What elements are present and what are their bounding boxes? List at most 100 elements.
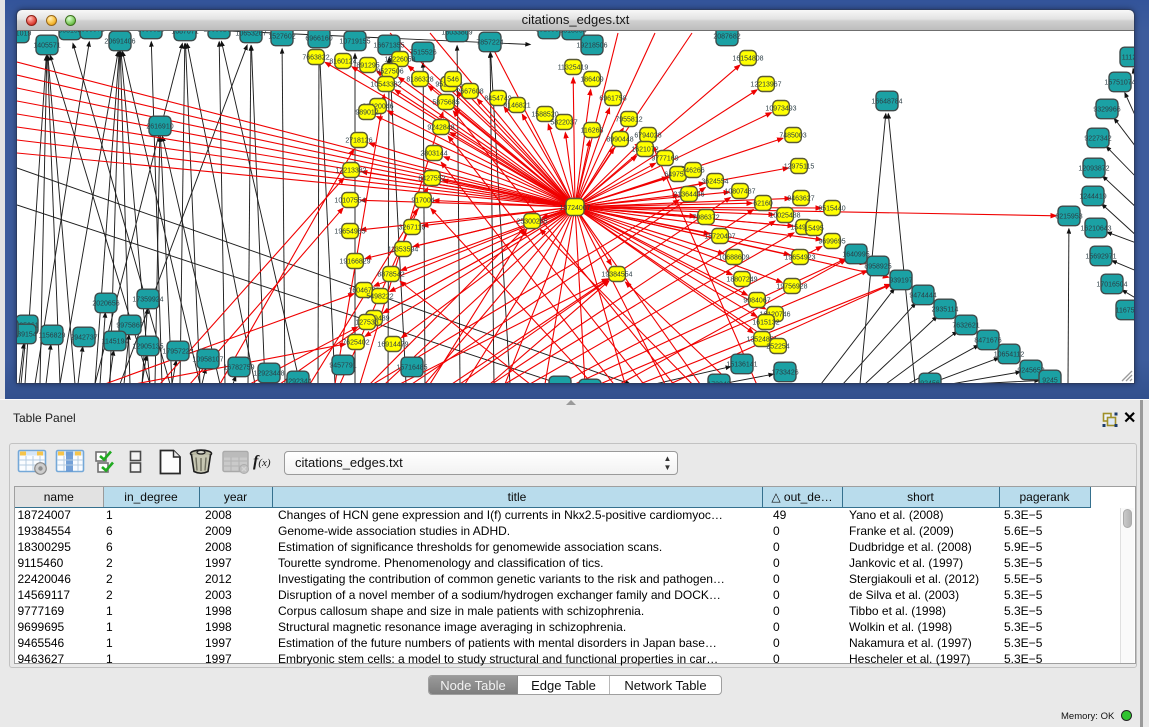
svg-text:17957223: 17957223 — [162, 349, 193, 356]
svg-text:10807487: 10807487 — [724, 189, 755, 196]
svg-text:2087682: 2087682 — [713, 34, 740, 41]
svg-text:9777169: 9777169 — [651, 156, 678, 163]
svg-text:7857224: 7857224 — [476, 40, 503, 47]
svg-text:62160: 62160 — [753, 201, 773, 208]
svg-text:25300285: 25300285 — [516, 219, 547, 226]
svg-text:19654923: 19654923 — [784, 255, 815, 262]
svg-text:939154: 939154 — [17, 332, 37, 339]
svg-text:8427552: 8427552 — [418, 176, 445, 183]
svg-text:16033809: 16033809 — [441, 31, 472, 37]
svg-text:9527506: 9527506 — [376, 69, 403, 76]
svg-text:11353594: 11353594 — [388, 247, 419, 254]
svg-text:16671355: 16671355 — [373, 43, 404, 50]
svg-text:3624554: 3624554 — [701, 179, 728, 186]
svg-text:2667608: 2667608 — [456, 89, 483, 96]
svg-text:1687071: 1687071 — [171, 31, 198, 36]
svg-text:939197: 939197 — [889, 278, 912, 285]
svg-text:8454749: 8454749 — [484, 96, 511, 103]
svg-text:12213967: 12213967 — [750, 82, 781, 89]
svg-text:9474444: 9474444 — [909, 293, 936, 300]
svg-text:9975867: 9975867 — [116, 323, 143, 330]
svg-text:15716485: 15716485 — [396, 365, 427, 372]
svg-text:746266: 746266 — [681, 168, 704, 175]
svg-text:17016504: 17016504 — [1096, 282, 1127, 289]
svg-text:5498222: 5498222 — [366, 294, 393, 301]
svg-text:5822037: 5822037 — [550, 120, 577, 127]
svg-text:f(x): f(x) — [253, 453, 271, 470]
svg-text:10653267: 10653267 — [235, 31, 266, 38]
svg-text:15136141: 15136141 — [726, 362, 757, 369]
svg-text:1640995: 1640995 — [842, 252, 869, 259]
svg-text:2803144: 2803144 — [420, 151, 447, 158]
svg-text:989012: 989012 — [355, 110, 378, 117]
svg-text:8215953: 8215953 — [1055, 214, 1082, 221]
svg-text:7955812: 7955812 — [615, 117, 642, 124]
svg-text:16782759: 16782759 — [223, 365, 254, 372]
svg-text:1405571: 1405571 — [33, 43, 60, 50]
svg-text:1905572: 1905572 — [77, 31, 104, 34]
svg-text:1588520: 1588520 — [531, 112, 558, 119]
svg-text:12213382: 12213382 — [335, 168, 366, 175]
svg-text:917004: 917004 — [411, 198, 434, 205]
svg-text:11325419: 11325419 — [558, 65, 589, 72]
svg-text:19166829: 19166829 — [339, 259, 370, 266]
svg-text:10543382: 10543382 — [370, 82, 401, 89]
svg-text:19654985: 19654985 — [334, 229, 365, 236]
svg-text:12093872: 12093872 — [1078, 166, 1109, 173]
svg-text:9329966: 9329966 — [1093, 107, 1120, 114]
svg-text:19384554: 19384554 — [601, 272, 632, 279]
svg-text:20691406: 20691406 — [104, 39, 135, 46]
svg-text:186409: 186409 — [580, 77, 603, 84]
svg-text:19218506: 19218506 — [576, 43, 607, 50]
svg-text:7485003: 7485003 — [779, 133, 806, 140]
svg-text:2616910: 2616910 — [146, 124, 173, 131]
svg-text:2942737: 2942737 — [70, 335, 97, 342]
svg-text:21364436: 21364436 — [673, 192, 704, 199]
svg-text:19756928: 19756928 — [776, 284, 807, 291]
svg-text:15692971: 15692971 — [1085, 254, 1116, 261]
svg-text:9146821: 9146821 — [503, 103, 530, 110]
svg-text:15495: 15495 — [804, 226, 824, 233]
svg-text:3267110: 3267110 — [399, 225, 426, 232]
svg-text:2935114: 2935114 — [932, 307, 959, 314]
svg-text:1211019: 1211019 — [17, 31, 31, 38]
svg-text:1292344: 1292344 — [284, 379, 311, 383]
svg-text:116263: 116263 — [581, 128, 604, 135]
svg-text:12923448: 12923448 — [253, 371, 284, 378]
svg-text:9227342: 9227342 — [1084, 136, 1111, 143]
svg-text:1156829: 1156829 — [39, 333, 66, 340]
svg-text:11121: 11121 — [1122, 55, 1134, 62]
svg-text:1244419: 1244419 — [1079, 194, 1106, 201]
svg-text:10025488: 10025488 — [769, 213, 800, 220]
svg-text:9463627: 9463627 — [787, 196, 814, 203]
svg-text:8958925: 8958925 — [864, 264, 891, 271]
svg-text:16154808: 16154808 — [732, 56, 763, 63]
svg-text:9457791: 9457791 — [329, 363, 356, 370]
svg-text:8471676: 8471676 — [974, 338, 1001, 345]
svg-text:12975115: 12975115 — [784, 164, 815, 171]
svg-text:8160124: 8160124 — [329, 59, 356, 66]
svg-text:1621072: 1621072 — [631, 147, 658, 154]
svg-text:15720407: 15720407 — [704, 234, 735, 241]
svg-text:10688609: 10688609 — [718, 255, 749, 262]
svg-text:5875685: 5875685 — [432, 100, 459, 107]
svg-text:8186328: 8186328 — [406, 77, 433, 84]
svg-text:1065326: 1065326 — [137, 31, 164, 34]
svg-text:116753: 116753 — [1116, 308, 1134, 315]
svg-text:2718126: 2718126 — [345, 138, 372, 145]
svg-text:9245: 9245 — [1042, 378, 1058, 383]
svg-text:17359924: 17359924 — [132, 297, 163, 304]
svg-text:6966160: 6966160 — [305, 36, 332, 43]
svg-text:15226058: 15226058 — [384, 57, 415, 64]
svg-text:8878542: 8878542 — [377, 272, 404, 279]
svg-text:9515440: 9515440 — [818, 206, 845, 213]
svg-text:9699695: 9699695 — [818, 239, 845, 246]
svg-text:7663822: 7663822 — [302, 55, 329, 62]
svg-text:546: 546 — [447, 77, 459, 84]
svg-text:173342: 173342 — [707, 382, 730, 383]
svg-text:10719155: 10719155 — [339, 39, 370, 46]
svg-text:8813054: 8813054 — [559, 31, 586, 35]
svg-text:1615132: 1615132 — [752, 320, 779, 327]
svg-text:9084067: 9084067 — [743, 298, 770, 305]
svg-text:1145194: 1145194 — [102, 339, 129, 346]
